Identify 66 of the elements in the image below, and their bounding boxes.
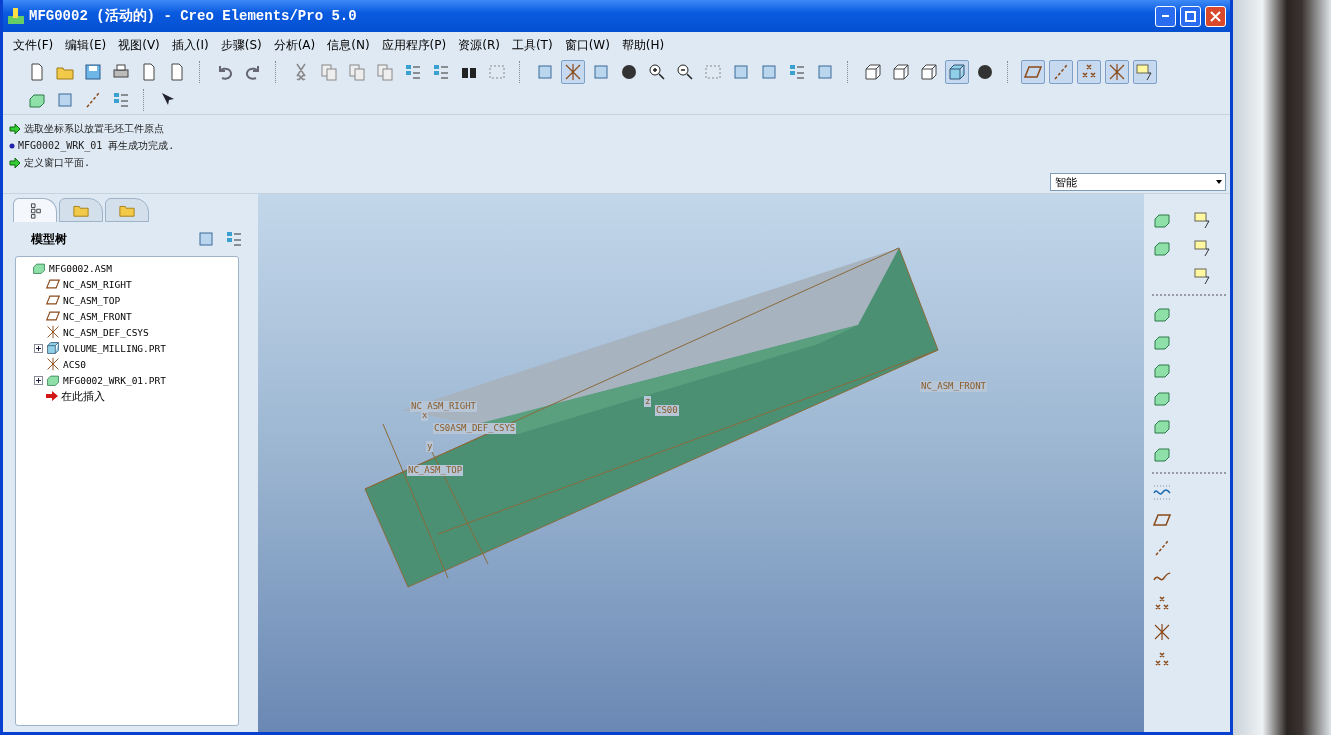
app-logo-icon [7, 7, 25, 25]
close-icon [1210, 10, 1221, 22]
point-display-icon[interactable] [1077, 60, 1101, 84]
datum-label: CS0ASM_DEF_CSYS [433, 423, 517, 434]
close-button[interactable] [1205, 5, 1226, 27]
menu-item[interactable]: 插入(I) [165, 36, 215, 54]
navigator-tab[interactable] [59, 198, 103, 222]
datum-label: x [421, 410, 429, 421]
menu-item[interactable]: 分析(A) [267, 36, 322, 54]
menu-item[interactable]: 文件(F) [7, 36, 60, 54]
axis-display-icon[interactable] [1049, 60, 1073, 84]
plane-display-icon[interactable] [1021, 60, 1045, 84]
tree-item[interactable]: MFG0002_WRK_01.PRT [63, 374, 166, 386]
datum-label: NC_ASM_TOP [407, 465, 464, 476]
workpiece-icon [45, 373, 61, 387]
filter-dropdown[interactable]: 智能 [1050, 173, 1226, 191]
assembly-icon [31, 261, 47, 275]
maximize-button[interactable] [1180, 5, 1201, 27]
csys-icon [45, 325, 61, 339]
datum-label: NC_ASM_RIGHT [410, 401, 478, 412]
annotation-display-icon[interactable] [1133, 60, 1157, 84]
message-text: MFG0002_WRK_01 再生成功完成. [18, 139, 175, 153]
message-text: 定义窗口平面. [24, 156, 91, 170]
shaded-cube-icon[interactable] [945, 60, 969, 84]
minimize-button[interactable] [1155, 5, 1176, 27]
tree-item[interactable]: ACS0 [63, 358, 86, 370]
plane-icon [45, 277, 61, 291]
arrow-icon [45, 390, 59, 402]
tree-item[interactable]: 在此插入 [61, 388, 105, 404]
menu-item[interactable]: 步骤(S) [214, 36, 268, 54]
tree-item[interactable]: NC_ASM_FRONT [63, 310, 132, 322]
menu-item[interactable]: 编辑(E) [59, 36, 113, 54]
window-title: MFG0002 (活动的) - Creo Elements/Pro 5.0 [29, 7, 358, 25]
expand-icon[interactable] [34, 375, 43, 385]
expand-icon[interactable] [34, 343, 43, 353]
navigator-tab[interactable] [105, 198, 149, 222]
datum-label: z [644, 396, 652, 407]
part-icon [45, 341, 61, 355]
datum-label: y [426, 441, 434, 452]
tree-item[interactable]: NC_ASM_RIGHT [63, 278, 132, 290]
menu-item[interactable]: 信息(N) [321, 36, 376, 54]
maximize-icon [1185, 10, 1196, 22]
menu-item[interactable]: 帮助(H) [615, 36, 671, 54]
datum-label: CS00 [655, 405, 679, 416]
minimize-icon [1162, 15, 1169, 17]
menu-item[interactable]: 窗口(W) [558, 36, 616, 54]
caret-icon [1213, 178, 1225, 186]
menu-item[interactable]: 资源(R) [452, 36, 506, 54]
plane-icon [45, 309, 61, 323]
tree-item[interactable]: NC_ASM_TOP [63, 294, 121, 306]
arrow-icon [9, 123, 21, 135]
arrow-icon [9, 157, 21, 169]
menu-item[interactable]: 视图(V) [112, 36, 166, 54]
message-text: 选取坐标系以放置毛坯工件原点 [24, 122, 164, 136]
csys-icon [45, 357, 61, 371]
navigator-tab[interactable] [13, 198, 57, 222]
bullet-icon [9, 143, 15, 149]
model-tree-title: 模型树 [31, 230, 68, 248]
tree-item[interactable]: MFG0002.ASM [49, 262, 112, 274]
plane-icon [45, 293, 61, 307]
tree-item[interactable]: NC_ASM_DEF_CSYS [63, 326, 149, 338]
menu-item[interactable]: 工具(T) [505, 36, 559, 54]
menu-item[interactable]: 应用程序(P) [375, 36, 453, 54]
csys-display-icon[interactable] [1105, 60, 1129, 84]
datum-label: NC_ASM_FRONT [920, 381, 988, 392]
tree-item[interactable]: VOLUME_MILLING.PRT [63, 342, 166, 354]
